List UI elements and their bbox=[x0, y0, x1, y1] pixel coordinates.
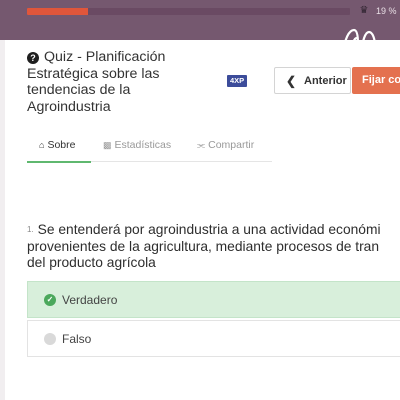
radio-circle-icon bbox=[44, 333, 56, 345]
question-number: 1. bbox=[27, 225, 34, 234]
bar-chart-icon: ▩ bbox=[103, 140, 112, 150]
share-icon: ⫘ bbox=[197, 140, 206, 150]
chevron-left-icon: ❮ bbox=[286, 74, 297, 88]
fix-button-label: Fijar co bbox=[362, 74, 400, 86]
tab-compartir[interactable]: ⫘ Compartir bbox=[197, 139, 254, 151]
option-falso[interactable]: Falso bbox=[27, 320, 400, 357]
tab-bar: ⌂ Sobre ▩ Estadísticas ⫘ Compartir bbox=[27, 136, 272, 163]
question-line-3: del producto agrícola bbox=[27, 255, 156, 270]
option-verdadero-label: Verdadero bbox=[62, 293, 118, 307]
check-circle-icon: ✓ bbox=[44, 294, 56, 306]
progress-fill bbox=[27, 8, 89, 15]
tab-estadisticas-label: Estadísticas bbox=[114, 139, 172, 151]
question-line-1: 1. Se entenderá por agroindustria a una a… bbox=[27, 222, 400, 239]
progress-bar bbox=[27, 8, 350, 15]
page-title: Quiz - Planificación Estratégica sobre l… bbox=[27, 49, 166, 115]
question-line-1-text: Se entenderá por agroindustria a una act… bbox=[37, 222, 381, 237]
progress-percent: 19 % bbox=[376, 6, 397, 16]
fix-button[interactable]: Fijar co bbox=[352, 67, 400, 94]
question-text: 1. Se entenderá por agroindustria a una a… bbox=[27, 222, 400, 272]
previous-button[interactable]: ❮ Anterior bbox=[274, 67, 351, 94]
tab-sobre-label: Sobre bbox=[47, 139, 76, 151]
previous-button-label: Anterior bbox=[304, 75, 347, 87]
home-icon: ⌂ bbox=[39, 140, 45, 150]
tab-sobre[interactable]: ⌂ Sobre bbox=[27, 139, 91, 163]
xp-badge: 4XP bbox=[227, 75, 248, 87]
option-verdadero[interactable]: ✓ Verdadero bbox=[27, 281, 400, 318]
trophy-icon: ♛ bbox=[359, 5, 369, 16]
tab-estadisticas[interactable]: ▩ Estadísticas bbox=[103, 139, 171, 151]
tab-compartir-label: Compartir bbox=[208, 139, 255, 151]
option-falso-label: Falso bbox=[62, 332, 92, 346]
question-line-2: provenientes de la agricultura, mediante… bbox=[27, 238, 380, 254]
